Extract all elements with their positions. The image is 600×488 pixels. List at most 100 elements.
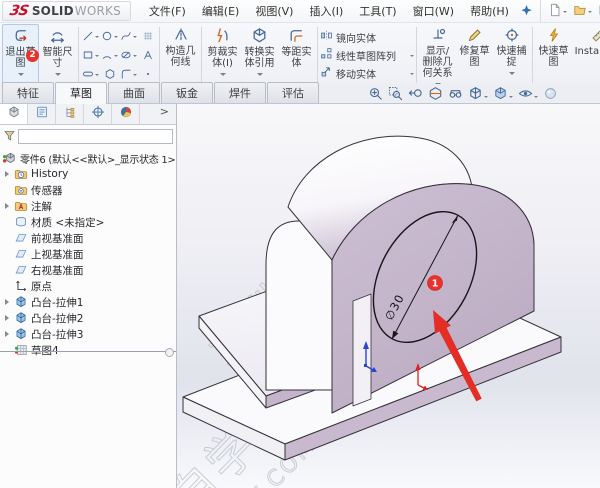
exit-sketch-button[interactable]: 退出草图 2 xyxy=(2,24,39,86)
offset-entities-icon xyxy=(288,27,305,47)
view-settings-button[interactable] xyxy=(448,86,463,105)
boss-extrude-icon xyxy=(14,295,28,309)
tree-item-root[interactable]: 零件6 (默认<<默认>_显示状态 1>) xyxy=(0,150,176,166)
linear-pattern-button[interactable]: 线性草图阵列 xyxy=(320,47,414,63)
sketch-tool-spline-button[interactable] xyxy=(119,27,138,46)
instant2d-button[interactable]: Instant2D xyxy=(572,24,600,86)
heads-up-view-toolbar xyxy=(368,86,558,105)
previous-view-button[interactable] xyxy=(408,86,423,105)
trim-entities-dropdown[interactable] xyxy=(220,73,226,79)
quick-snaps-dropdown[interactable] xyxy=(509,72,515,78)
new-document-icon xyxy=(548,2,562,21)
panel-tab-propertymanager[interactable] xyxy=(28,103,56,124)
expand-arrow-icon[interactable] xyxy=(5,331,12,337)
sketch-tool-line-button[interactable] xyxy=(81,27,100,46)
panel-tab-displaymanager[interactable] xyxy=(112,103,140,124)
display-style-button[interactable] xyxy=(493,86,513,105)
mirror-entities-icon xyxy=(320,29,333,45)
edit-appearance-button[interactable] xyxy=(543,86,558,105)
smart-dimension-dropdown[interactable] xyxy=(55,73,61,79)
sketch-tool-surface-grid-button[interactable] xyxy=(138,27,157,46)
boss-extrude-icon xyxy=(14,311,28,325)
expand-arrow-icon[interactable] xyxy=(5,315,12,321)
panel-tab-configurationmanager[interactable] xyxy=(56,103,84,124)
menu-item-4[interactable]: 工具(T) xyxy=(351,0,404,22)
ribbon-tab-2[interactable]: 曲面 xyxy=(108,82,160,103)
ribbon-separator xyxy=(201,27,202,83)
model-3d[interactable] xyxy=(182,135,562,461)
view-orientation-button[interactable] xyxy=(468,86,488,105)
tree-item-boss-extrude-9[interactable]: 凸台-拉伸1 xyxy=(0,294,176,310)
tree-item-boss-extrude-11[interactable]: 凸台-拉伸3 xyxy=(0,326,176,342)
menu-item-6[interactable]: 帮助(H) xyxy=(462,0,517,22)
previous-view-icon xyxy=(408,86,423,105)
tree-item-plane-7[interactable]: 右视基准面 xyxy=(0,262,176,278)
rapid-sketch-button[interactable]: 快速草图 xyxy=(535,24,572,86)
exit-sketch-dropdown[interactable] xyxy=(18,73,24,79)
menu-item-5[interactable]: 窗口(W) xyxy=(405,0,462,22)
construction-geometry-button[interactable]: 构造几何线 xyxy=(162,24,199,86)
tree-item-material-4[interactable]: 材质 <未指定> xyxy=(0,214,176,230)
tree-item-folder-history-1[interactable]: History xyxy=(0,166,176,182)
sketch-tool-rectangle-button[interactable] xyxy=(81,46,100,65)
menu-item-1[interactable]: 编辑(E) xyxy=(194,0,248,22)
repair-sketch-button[interactable]: 修复草图 xyxy=(456,24,493,86)
tree-item-plane-5[interactable]: 前视基准面 xyxy=(0,230,176,246)
sketch-active-icon xyxy=(14,343,28,357)
ribbon-tab-0[interactable]: 特征 xyxy=(2,82,54,103)
quick-snaps-button[interactable]: 快速捕捉 xyxy=(493,24,530,86)
graphics-viewport[interactable]: 软件自学网 WWW.RJZXW.COM 软件自学网 WWW.RJZXW.COM … xyxy=(176,103,600,488)
tree-item-boss-extrude-10[interactable]: 凸台-拉伸2 xyxy=(0,310,176,326)
ribbon-tab-1[interactable]: 草图 xyxy=(55,82,107,104)
menu-item-2[interactable]: 视图(V) xyxy=(247,0,301,22)
menu-item-3[interactable]: 插入(I) xyxy=(301,0,351,22)
sketch-tool-text-tool-button[interactable] xyxy=(138,46,157,65)
offset-entities-button[interactable]: 等距实体 xyxy=(278,24,315,86)
convert-entities-dropdown[interactable] xyxy=(257,73,263,79)
move-entities-dropdown[interactable] xyxy=(410,73,414,77)
menu-items: 文件(F) 编辑(E) 视图(V) 插入(I) 工具(T) 窗口(W) 帮助(H) xyxy=(141,0,517,22)
pushpin-icon[interactable] xyxy=(520,2,533,21)
panel-splitter[interactable] xyxy=(0,351,176,352)
solidworks-logo: 3S SOLID WORKS xyxy=(2,1,131,21)
expand-arrow-icon[interactable] xyxy=(5,203,12,209)
expand-arrow-icon[interactable] xyxy=(5,171,12,177)
view-settings-icon xyxy=(448,86,463,105)
tree-item-sketch-active-12[interactable]: 草图4 xyxy=(0,342,176,358)
filter-input[interactable] xyxy=(18,129,173,144)
move-entities-button[interactable]: 移动实体 xyxy=(320,65,414,81)
material-icon xyxy=(14,215,28,229)
panel-tabs-overflow[interactable]: > xyxy=(160,103,176,124)
ribbon-tab-4[interactable]: 焊件 xyxy=(214,82,266,103)
splitter-handle[interactable] xyxy=(165,348,174,357)
ribbon-tab-5[interactable]: 评估 xyxy=(267,82,319,103)
tree-item-plane-6[interactable]: 上视基准面 xyxy=(0,246,176,262)
sketch-tool-circle-button[interactable] xyxy=(100,27,119,46)
panel-tab-dimxpertmanager[interactable] xyxy=(84,103,112,124)
menu-item-0[interactable]: 文件(F) xyxy=(141,0,194,22)
tree-item-label: 注解 xyxy=(31,200,52,213)
linear-pattern-dropdown[interactable] xyxy=(410,55,414,59)
tree-item-label: 原点 xyxy=(31,280,52,293)
ribbon-separator xyxy=(78,27,79,83)
ribbon-tab-3[interactable]: 钣金 xyxy=(161,82,213,103)
convert-entities-button[interactable]: 转换实体引用 xyxy=(241,24,278,86)
display-delete-relations-button[interactable]: 显示/删除几何关系 xyxy=(419,24,456,86)
tree-item-folder-sensors-2[interactable]: 传感器 xyxy=(0,182,176,198)
tree-item-folder-annotations-3[interactable]: 注解 xyxy=(0,198,176,214)
sketch-tool-arc-button[interactable] xyxy=(100,46,119,65)
section-view-button[interactable] xyxy=(428,86,443,105)
open-document-button[interactable] xyxy=(571,0,594,23)
expand-arrow-icon[interactable] xyxy=(5,299,12,305)
tree-item-origin-8[interactable]: 原点 xyxy=(0,278,176,294)
sketch-tool-partial-ellipse-button[interactable] xyxy=(119,46,138,65)
mirror-entities-button[interactable]: 镜向实体 xyxy=(320,29,414,45)
new-document-button[interactable] xyxy=(546,0,569,23)
smart-dimension-button[interactable]: 智能尺寸 xyxy=(39,24,76,86)
save-button[interactable] xyxy=(596,0,600,23)
zoom-to-area-button[interactable] xyxy=(388,86,403,105)
hide-show-items-button[interactable] xyxy=(518,86,538,105)
panel-tab-featuremanager[interactable] xyxy=(0,103,28,124)
zoom-fit-button[interactable] xyxy=(368,86,383,105)
trim-entities-button[interactable]: 剪裁实体(I) xyxy=(204,24,241,86)
